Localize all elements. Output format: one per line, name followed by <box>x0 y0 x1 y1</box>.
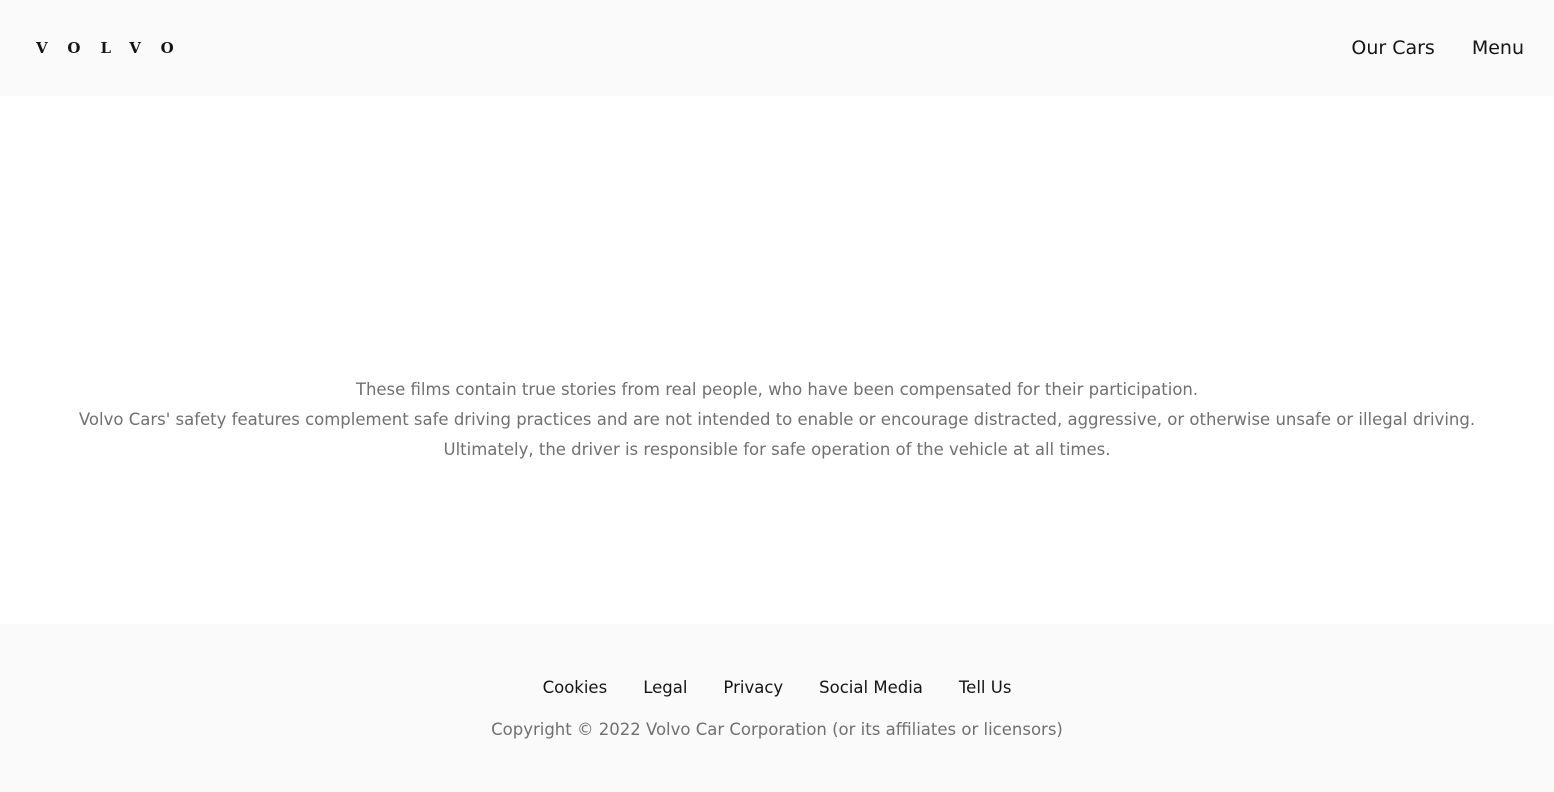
footer-link-tell-us[interactable]: Tell Us <box>959 676 1012 700</box>
disclaimer-line: Ultimately, the driver is responsible fo… <box>443 440 1111 459</box>
footer-links: Cookies Legal Privacy Social Media Tell … <box>0 676 1554 700</box>
site-footer: Cookies Legal Privacy Social Media Tell … <box>0 624 1554 792</box>
footer-link-social-media[interactable]: Social Media <box>819 676 923 700</box>
footer-link-legal[interactable]: Legal <box>643 676 687 700</box>
volvo-logo[interactable]: VOLVO <box>36 38 194 58</box>
our-cars-link[interactable]: Our Cars <box>1351 36 1434 60</box>
header-nav: Our Cars Menu <box>1351 36 1524 60</box>
main-content: These films contain true stories from re… <box>0 96 1554 624</box>
footer-link-privacy[interactable]: Privacy <box>723 676 783 700</box>
disclaimer-line: These films contain true stories from re… <box>355 380 1199 399</box>
copyright-text: Copyright © 2022 Volvo Car Corporation (… <box>491 720 1063 739</box>
disclaimer: These films contain true stories from re… <box>0 375 1554 465</box>
menu-button[interactable]: Menu <box>1472 36 1524 60</box>
disclaimer-line: Volvo Cars' safety features complement s… <box>78 410 1476 429</box>
footer-link-cookies[interactable]: Cookies <box>543 676 608 700</box>
site-header: VOLVO Our Cars Menu <box>0 0 1554 96</box>
